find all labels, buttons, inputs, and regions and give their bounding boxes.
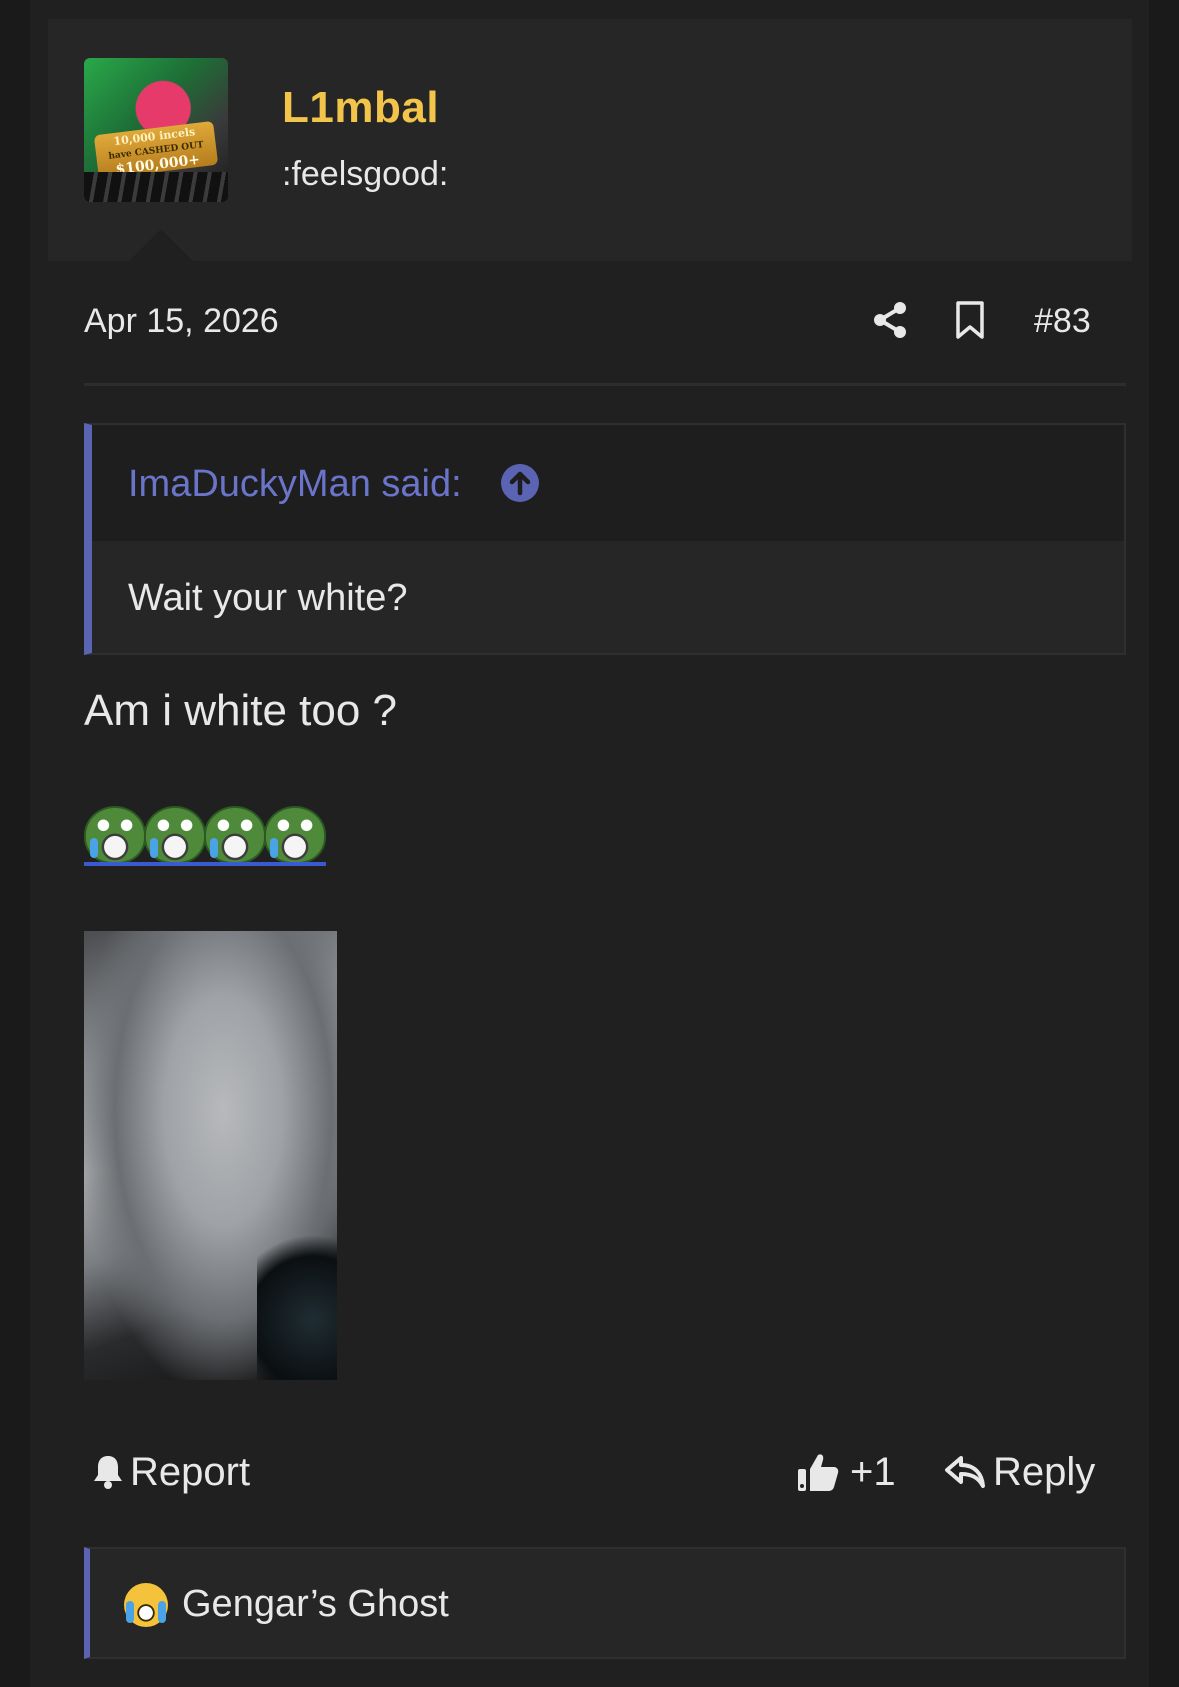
quote-author-link[interactable]: ImaDuckyMan said:	[128, 463, 462, 506]
emoji-underline	[84, 862, 326, 866]
post-container: 10,000 incels have CASHED OUT $100,000+ …	[30, 0, 1149, 1687]
reply-label: Reply	[993, 1449, 1096, 1494]
attached-photo[interactable]	[84, 931, 337, 1380]
username[interactable]: L1mbal	[282, 83, 439, 133]
divider	[84, 383, 1126, 386]
pepe-laugh-emoji-icon	[144, 806, 206, 864]
like-button[interactable]: +1	[796, 1448, 896, 1496]
crying-laughing-emoji-icon	[124, 1583, 168, 1627]
emoji-row	[84, 806, 326, 866]
post-body-text: Am i white too ?	[84, 686, 398, 735]
user-header-card: 10,000 incels have CASHED OUT $100,000+ …	[48, 19, 1132, 262]
quote-text: Wait your white?	[128, 577, 408, 619]
share-icon	[874, 302, 906, 338]
post-date[interactable]: Apr 15, 2026	[84, 302, 279, 341]
quote-block: ImaDuckyMan said: Wait your white?	[84, 423, 1126, 655]
reply-button[interactable]: Reply	[945, 1448, 1095, 1496]
reactions-bar[interactable]: Gengar’s Ghost	[84, 1547, 1126, 1659]
bookmark-button[interactable]	[950, 300, 990, 340]
reaction-names[interactable]: Gengar’s Ghost	[182, 1583, 449, 1626]
report-button[interactable]: Report	[92, 1448, 250, 1496]
avatar[interactable]: 10,000 incels have CASHED OUT $100,000+	[84, 58, 228, 202]
quote-header: ImaDuckyMan said:	[92, 425, 1124, 541]
avatar-bars-graphic	[84, 172, 228, 202]
post-number-link[interactable]: #83	[1034, 302, 1091, 341]
share-button[interactable]	[870, 300, 910, 340]
bell-icon	[94, 1456, 122, 1489]
pepe-laugh-emoji-icon	[84, 806, 146, 864]
bookmark-icon	[956, 301, 984, 339]
thumbs-up-icon	[798, 1454, 839, 1491]
like-count: +1	[850, 1449, 896, 1494]
user-title: :feelsgood:	[282, 155, 449, 193]
pepe-laugh-emoji-icon	[264, 806, 326, 864]
report-label: Report	[130, 1449, 251, 1494]
pepe-laugh-emoji-icon	[204, 806, 266, 864]
reply-arrow-icon	[945, 1456, 985, 1488]
arrow-up-circle-icon[interactable]	[500, 463, 540, 503]
avatar-plate: 10,000 incels have CASHED OUT $100,000+	[93, 120, 219, 180]
